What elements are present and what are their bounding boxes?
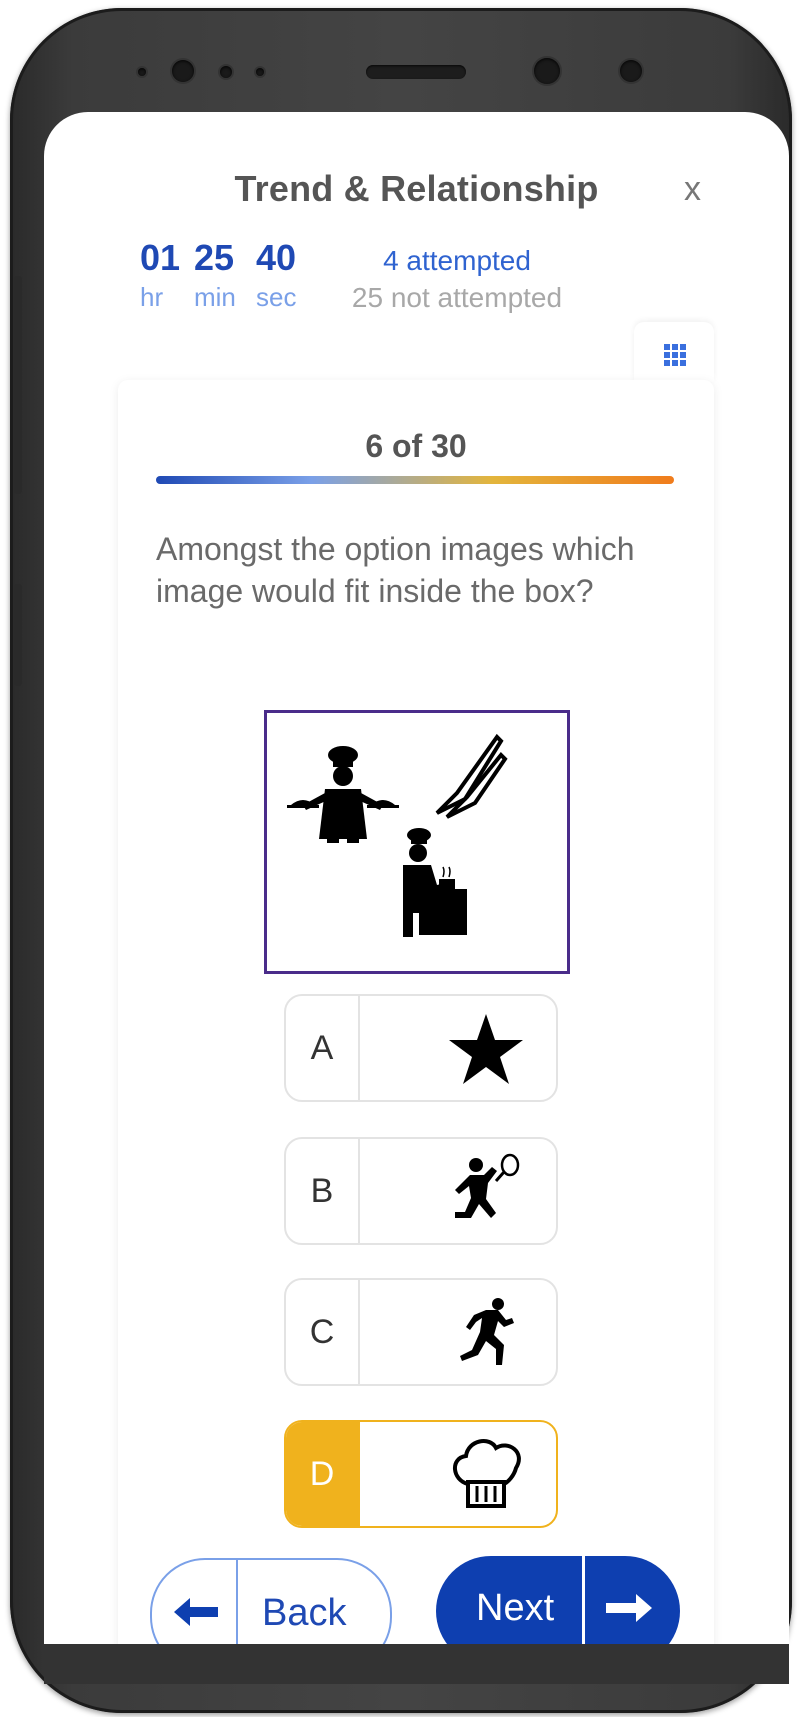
question-counter: 6 of 30 xyxy=(365,428,467,464)
timer-seconds: 40 sec xyxy=(256,237,316,312)
question-image-box xyxy=(264,710,570,974)
next-button[interactable]: Next xyxy=(436,1556,680,1644)
sensor xyxy=(620,60,642,82)
close-button[interactable]: x xyxy=(684,170,701,209)
front-camera xyxy=(534,58,560,84)
hours-value: 01 xyxy=(140,237,181,278)
phone-frame: Trend & Relationship x 01 hr 25 min 40 s… xyxy=(10,8,792,1713)
sensor xyxy=(220,66,232,78)
option-letter: A xyxy=(286,996,360,1100)
option-letter: C xyxy=(286,1280,360,1384)
option-b[interactable]: B xyxy=(284,1137,558,1245)
button-divider xyxy=(582,1556,585,1644)
knives-icon xyxy=(435,733,508,819)
question-card: 6 of 30 Amongst the option images which … xyxy=(118,380,714,1644)
minutes-value: 25 xyxy=(194,237,235,278)
app-screen: Trend & Relationship x 01 hr 25 min 40 s… xyxy=(44,112,789,1644)
not-attempted-count: 25 not attempted xyxy=(351,282,563,313)
runner-icon xyxy=(460,1298,514,1365)
side-button xyxy=(14,276,22,494)
timer-hours: 01 hr xyxy=(140,237,184,312)
option-d[interactable]: D xyxy=(284,1420,558,1528)
sensor xyxy=(256,68,264,76)
option-letter: B xyxy=(286,1139,360,1243)
chef-serving-icon xyxy=(287,746,399,843)
star-icon xyxy=(449,1014,523,1084)
question-grid-button[interactable] xyxy=(634,322,714,382)
speaker-grille xyxy=(366,65,466,79)
page-title: Trend & Relationship xyxy=(234,168,599,209)
hours-unit: hr xyxy=(140,282,164,312)
question-text: Amongst the option images which image wo… xyxy=(156,531,635,609)
attempted-count: 4 attempted xyxy=(383,245,531,276)
grid-icon xyxy=(664,344,686,366)
sensor xyxy=(138,68,146,76)
back-label: Back xyxy=(262,1592,347,1634)
bottom-bezel xyxy=(44,1644,789,1684)
progress-bar xyxy=(156,476,674,484)
next-label: Next xyxy=(476,1587,555,1629)
arrow-left-icon xyxy=(174,1598,218,1626)
side-button xyxy=(14,584,22,686)
option-c[interactable]: C xyxy=(284,1278,558,1386)
tennis-player-icon xyxy=(455,1153,520,1218)
arrow-right-icon xyxy=(606,1594,652,1622)
option-letter: D xyxy=(286,1422,360,1526)
option-a[interactable]: A xyxy=(284,994,558,1102)
timer-minutes: 25 min xyxy=(194,237,250,312)
seconds-unit: sec xyxy=(256,282,297,312)
chef-cooking-icon xyxy=(403,828,467,937)
chef-hat-icon xyxy=(453,1439,521,1508)
minutes-unit: min xyxy=(194,282,236,312)
back-button[interactable]: Back xyxy=(150,1558,392,1644)
seconds-value: 40 xyxy=(256,237,297,278)
button-divider xyxy=(236,1560,238,1644)
front-camera xyxy=(172,60,194,82)
